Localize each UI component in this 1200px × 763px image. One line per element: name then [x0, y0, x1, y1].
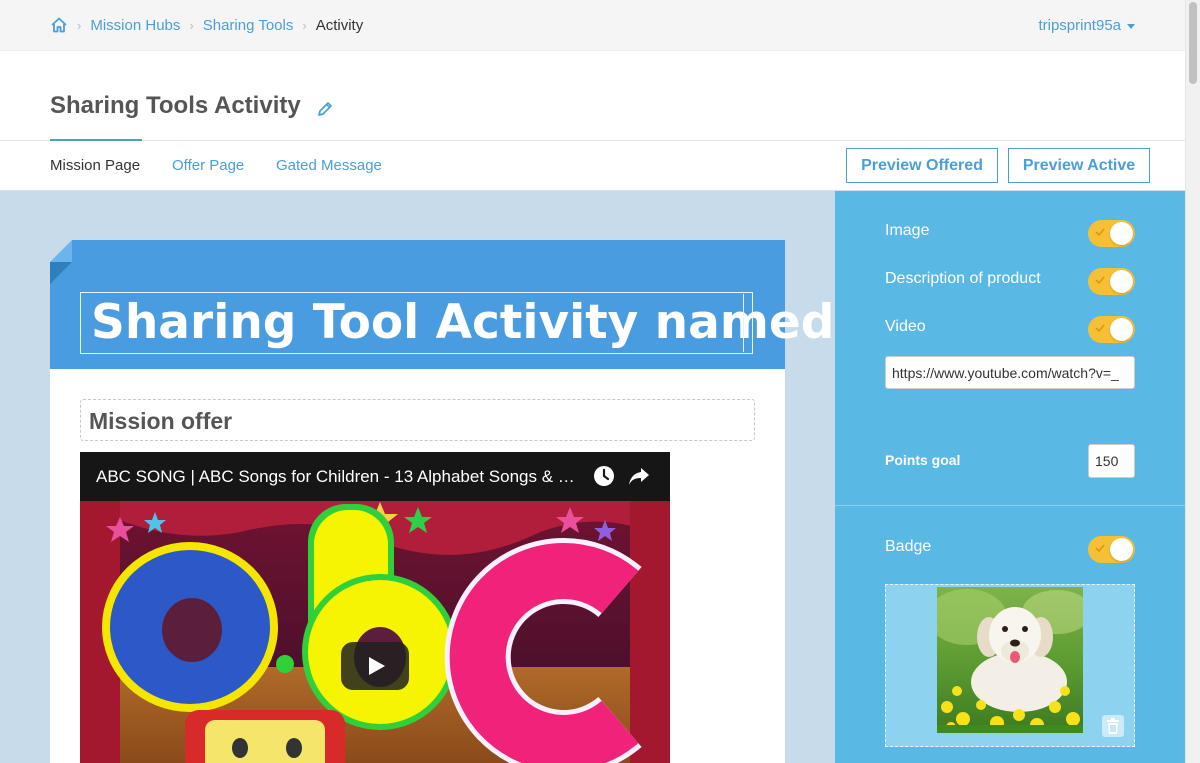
check-icon [1095, 228, 1105, 236]
offer-title-field[interactable]: Mission offer [80, 399, 755, 441]
caret-down-icon[interactable] [1127, 23, 1135, 29]
badge-toggle[interactable] [1088, 536, 1135, 563]
scrollbar-thumb[interactable] [1189, 2, 1197, 84]
breadcrumb-current: Activity [315, 16, 364, 34]
badge-dropzone[interactable] [885, 584, 1135, 747]
description-label: Description of product [885, 270, 1041, 287]
breadcrumb-sharing-tools[interactable]: Sharing Tools [203, 17, 294, 34]
video-label: Video [885, 318, 926, 335]
user-name[interactable]: tripsprint95a [1038, 17, 1121, 34]
header-title-field[interactable]: Sharing Tool Activity named [80, 292, 834, 354]
clock-icon[interactable] [593, 465, 615, 492]
mission-card: Sharing Tool Activity named Mission offe… [50, 240, 834, 763]
video-title-bar: ABC SONG | ABC Songs for Children - 13 A… [80, 452, 670, 501]
points-goal-label: Points goal [885, 452, 961, 468]
toggle-knob [1110, 222, 1133, 245]
home-icon[interactable] [50, 17, 68, 33]
badge-label: Badge [885, 538, 932, 555]
chevron-right-icon: › [189, 17, 194, 33]
video-toggle[interactable] [1088, 316, 1135, 343]
video-url-input[interactable] [885, 356, 1135, 389]
image-label: Image [885, 222, 930, 239]
page-scrollbar[interactable] [1185, 0, 1200, 763]
check-icon [1095, 324, 1105, 332]
breadcrumb-mission-hubs[interactable]: Mission Hubs [90, 17, 180, 34]
pencil-icon[interactable] [316, 100, 334, 123]
card-header: Sharing Tool Activity named [50, 240, 834, 369]
offer-title-text[interactable]: Mission offer [89, 408, 232, 435]
text-cursor [743, 294, 744, 352]
video-title[interactable]: ABC SONG | ABC Songs for Children - 13 A… [96, 467, 575, 487]
points-goal-input[interactable] [1088, 444, 1135, 478]
video-embed[interactable]: ABC SONG | ABC Songs for Children - 13 A… [80, 452, 670, 763]
toggle-knob [1110, 270, 1133, 293]
preview-active-button[interactable]: Preview Active [1008, 148, 1150, 183]
editor-canvas: Sharing Tool Activity named Mission offe… [0, 191, 835, 763]
settings-panel: Image Description of product Video Point… [835, 191, 1185, 763]
page-title: Sharing Tools Activity [50, 92, 301, 119]
top-bar: › Mission Hubs › Sharing Tools › Activit… [0, 0, 1185, 51]
description-toggle[interactable] [1088, 268, 1135, 295]
check-icon [1095, 276, 1105, 284]
preview-offered-button[interactable]: Preview Offered [846, 148, 998, 183]
trash-icon[interactable] [1102, 715, 1124, 737]
chevron-right-icon: › [77, 17, 82, 33]
image-toggle[interactable] [1088, 220, 1135, 247]
toggle-knob [1110, 318, 1133, 341]
chevron-right-icon: › [302, 17, 307, 33]
panel-divider [835, 505, 1185, 506]
breadcrumb: › Mission Hubs › Sharing Tools › Activit… [50, 0, 363, 50]
share-icon[interactable] [628, 466, 650, 491]
tab-gated-message[interactable]: Gated Message [276, 157, 382, 174]
tabs-row: Mission Page Offer Page Gated Message Pr… [0, 141, 1185, 191]
user-menu[interactable]: tripsprint95a [1038, 0, 1135, 50]
header-title-text[interactable]: Sharing Tool Activity named [91, 298, 834, 348]
tab-mission-page[interactable]: Mission Page [50, 157, 140, 174]
toggle-knob [1110, 538, 1133, 561]
check-icon [1095, 544, 1105, 552]
badge-image [937, 587, 1083, 733]
corner-fold-icon [50, 240, 72, 284]
tab-offer-page[interactable]: Offer Page [172, 157, 244, 174]
title-area: Sharing Tools Activity [0, 51, 1185, 141]
play-icon[interactable] [341, 642, 409, 690]
